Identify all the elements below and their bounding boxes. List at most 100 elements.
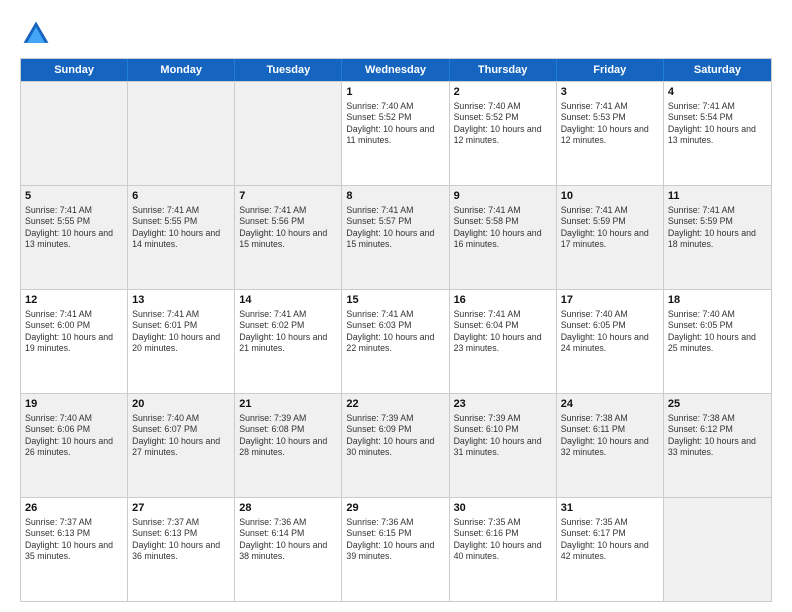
day-info: Sunrise: 7:41 AM Sunset: 5:55 PM Dayligh…: [25, 205, 123, 251]
calendar-cell-1-6: 3Sunrise: 7:41 AM Sunset: 5:53 PM Daylig…: [557, 82, 664, 185]
day-info: Sunrise: 7:39 AM Sunset: 6:10 PM Dayligh…: [454, 413, 552, 459]
calendar-cell-3-5: 16Sunrise: 7:41 AM Sunset: 6:04 PM Dayli…: [450, 290, 557, 393]
calendar-cell-1-2: [128, 82, 235, 185]
day-number: 19: [25, 397, 123, 412]
day-info: Sunrise: 7:39 AM Sunset: 6:09 PM Dayligh…: [346, 413, 444, 459]
day-info: Sunrise: 7:41 AM Sunset: 5:53 PM Dayligh…: [561, 101, 659, 147]
day-number: 23: [454, 397, 552, 412]
day-number: 2: [454, 85, 552, 100]
calendar-cell-5-4: 29Sunrise: 7:36 AM Sunset: 6:15 PM Dayli…: [342, 498, 449, 601]
calendar-header: SundayMondayTuesdayWednesdayThursdayFrid…: [21, 59, 771, 81]
day-number: 27: [132, 501, 230, 516]
calendar-cell-3-3: 14Sunrise: 7:41 AM Sunset: 6:02 PM Dayli…: [235, 290, 342, 393]
calendar-week-4: 19Sunrise: 7:40 AM Sunset: 6:06 PM Dayli…: [21, 393, 771, 497]
day-number: 16: [454, 293, 552, 308]
calendar-cell-5-1: 26Sunrise: 7:37 AM Sunset: 6:13 PM Dayli…: [21, 498, 128, 601]
day-info: Sunrise: 7:41 AM Sunset: 5:59 PM Dayligh…: [561, 205, 659, 251]
day-number: 26: [25, 501, 123, 516]
day-info: Sunrise: 7:40 AM Sunset: 6:06 PM Dayligh…: [25, 413, 123, 459]
day-info: Sunrise: 7:41 AM Sunset: 6:04 PM Dayligh…: [454, 309, 552, 355]
day-number: 17: [561, 293, 659, 308]
calendar-cell-2-6: 10Sunrise: 7:41 AM Sunset: 5:59 PM Dayli…: [557, 186, 664, 289]
weekday-header-tuesday: Tuesday: [235, 59, 342, 81]
day-info: Sunrise: 7:40 AM Sunset: 6:05 PM Dayligh…: [561, 309, 659, 355]
day-number: 4: [668, 85, 767, 100]
calendar-cell-5-3: 28Sunrise: 7:36 AM Sunset: 6:14 PM Dayli…: [235, 498, 342, 601]
calendar-cell-1-5: 2Sunrise: 7:40 AM Sunset: 5:52 PM Daylig…: [450, 82, 557, 185]
calendar-cell-1-3: [235, 82, 342, 185]
calendar-cell-2-2: 6Sunrise: 7:41 AM Sunset: 5:55 PM Daylig…: [128, 186, 235, 289]
calendar-cell-2-7: 11Sunrise: 7:41 AM Sunset: 5:59 PM Dayli…: [664, 186, 771, 289]
day-info: Sunrise: 7:40 AM Sunset: 6:07 PM Dayligh…: [132, 413, 230, 459]
calendar-cell-5-7: [664, 498, 771, 601]
day-number: 18: [668, 293, 767, 308]
day-info: Sunrise: 7:36 AM Sunset: 6:14 PM Dayligh…: [239, 517, 337, 563]
day-number: 24: [561, 397, 659, 412]
day-info: Sunrise: 7:35 AM Sunset: 6:16 PM Dayligh…: [454, 517, 552, 563]
calendar-week-1: 1Sunrise: 7:40 AM Sunset: 5:52 PM Daylig…: [21, 81, 771, 185]
day-number: 6: [132, 189, 230, 204]
day-info: Sunrise: 7:41 AM Sunset: 6:01 PM Dayligh…: [132, 309, 230, 355]
day-number: 20: [132, 397, 230, 412]
day-number: 11: [668, 189, 767, 204]
day-info: Sunrise: 7:35 AM Sunset: 6:17 PM Dayligh…: [561, 517, 659, 563]
day-info: Sunrise: 7:36 AM Sunset: 6:15 PM Dayligh…: [346, 517, 444, 563]
weekday-header-monday: Monday: [128, 59, 235, 81]
calendar-cell-2-5: 9Sunrise: 7:41 AM Sunset: 5:58 PM Daylig…: [450, 186, 557, 289]
calendar-cell-5-5: 30Sunrise: 7:35 AM Sunset: 6:16 PM Dayli…: [450, 498, 557, 601]
day-number: 31: [561, 501, 659, 516]
day-number: 13: [132, 293, 230, 308]
weekday-header-wednesday: Wednesday: [342, 59, 449, 81]
day-info: Sunrise: 7:41 AM Sunset: 5:54 PM Dayligh…: [668, 101, 767, 147]
calendar-week-3: 12Sunrise: 7:41 AM Sunset: 6:00 PM Dayli…: [21, 289, 771, 393]
day-info: Sunrise: 7:40 AM Sunset: 6:05 PM Dayligh…: [668, 309, 767, 355]
day-info: Sunrise: 7:41 AM Sunset: 5:59 PM Dayligh…: [668, 205, 767, 251]
day-info: Sunrise: 7:41 AM Sunset: 5:57 PM Dayligh…: [346, 205, 444, 251]
day-number: 25: [668, 397, 767, 412]
calendar-week-5: 26Sunrise: 7:37 AM Sunset: 6:13 PM Dayli…: [21, 497, 771, 601]
calendar-cell-1-1: [21, 82, 128, 185]
day-info: Sunrise: 7:41 AM Sunset: 6:00 PM Dayligh…: [25, 309, 123, 355]
calendar-cell-4-1: 19Sunrise: 7:40 AM Sunset: 6:06 PM Dayli…: [21, 394, 128, 497]
day-info: Sunrise: 7:41 AM Sunset: 6:02 PM Dayligh…: [239, 309, 337, 355]
day-info: Sunrise: 7:40 AM Sunset: 5:52 PM Dayligh…: [454, 101, 552, 147]
day-number: 1: [346, 85, 444, 100]
day-number: 14: [239, 293, 337, 308]
day-info: Sunrise: 7:41 AM Sunset: 5:58 PM Dayligh…: [454, 205, 552, 251]
calendar-cell-4-7: 25Sunrise: 7:38 AM Sunset: 6:12 PM Dayli…: [664, 394, 771, 497]
day-info: Sunrise: 7:40 AM Sunset: 5:52 PM Dayligh…: [346, 101, 444, 147]
calendar-cell-3-6: 17Sunrise: 7:40 AM Sunset: 6:05 PM Dayli…: [557, 290, 664, 393]
day-number: 12: [25, 293, 123, 308]
weekday-header-thursday: Thursday: [450, 59, 557, 81]
day-info: Sunrise: 7:38 AM Sunset: 6:12 PM Dayligh…: [668, 413, 767, 459]
calendar-cell-4-5: 23Sunrise: 7:39 AM Sunset: 6:10 PM Dayli…: [450, 394, 557, 497]
day-info: Sunrise: 7:41 AM Sunset: 5:56 PM Dayligh…: [239, 205, 337, 251]
day-number: 7: [239, 189, 337, 204]
calendar-cell-3-2: 13Sunrise: 7:41 AM Sunset: 6:01 PM Dayli…: [128, 290, 235, 393]
day-number: 5: [25, 189, 123, 204]
calendar-cell-4-6: 24Sunrise: 7:38 AM Sunset: 6:11 PM Dayli…: [557, 394, 664, 497]
calendar-cell-3-7: 18Sunrise: 7:40 AM Sunset: 6:05 PM Dayli…: [664, 290, 771, 393]
day-info: Sunrise: 7:41 AM Sunset: 5:55 PM Dayligh…: [132, 205, 230, 251]
calendar-cell-4-2: 20Sunrise: 7:40 AM Sunset: 6:07 PM Dayli…: [128, 394, 235, 497]
calendar-cell-2-4: 8Sunrise: 7:41 AM Sunset: 5:57 PM Daylig…: [342, 186, 449, 289]
day-info: Sunrise: 7:41 AM Sunset: 6:03 PM Dayligh…: [346, 309, 444, 355]
calendar-cell-1-7: 4Sunrise: 7:41 AM Sunset: 5:54 PM Daylig…: [664, 82, 771, 185]
day-number: 30: [454, 501, 552, 516]
weekday-header-saturday: Saturday: [664, 59, 771, 81]
calendar: SundayMondayTuesdayWednesdayThursdayFrid…: [20, 58, 772, 602]
logo: [20, 18, 56, 50]
day-info: Sunrise: 7:37 AM Sunset: 6:13 PM Dayligh…: [132, 517, 230, 563]
calendar-cell-2-3: 7Sunrise: 7:41 AM Sunset: 5:56 PM Daylig…: [235, 186, 342, 289]
day-number: 10: [561, 189, 659, 204]
day-info: Sunrise: 7:37 AM Sunset: 6:13 PM Dayligh…: [25, 517, 123, 563]
day-info: Sunrise: 7:39 AM Sunset: 6:08 PM Dayligh…: [239, 413, 337, 459]
calendar-cell-4-4: 22Sunrise: 7:39 AM Sunset: 6:09 PM Dayli…: [342, 394, 449, 497]
calendar-cell-4-3: 21Sunrise: 7:39 AM Sunset: 6:08 PM Dayli…: [235, 394, 342, 497]
day-number: 29: [346, 501, 444, 516]
header: [20, 18, 772, 50]
day-number: 15: [346, 293, 444, 308]
day-number: 21: [239, 397, 337, 412]
day-number: 8: [346, 189, 444, 204]
calendar-cell-5-6: 31Sunrise: 7:35 AM Sunset: 6:17 PM Dayli…: [557, 498, 664, 601]
